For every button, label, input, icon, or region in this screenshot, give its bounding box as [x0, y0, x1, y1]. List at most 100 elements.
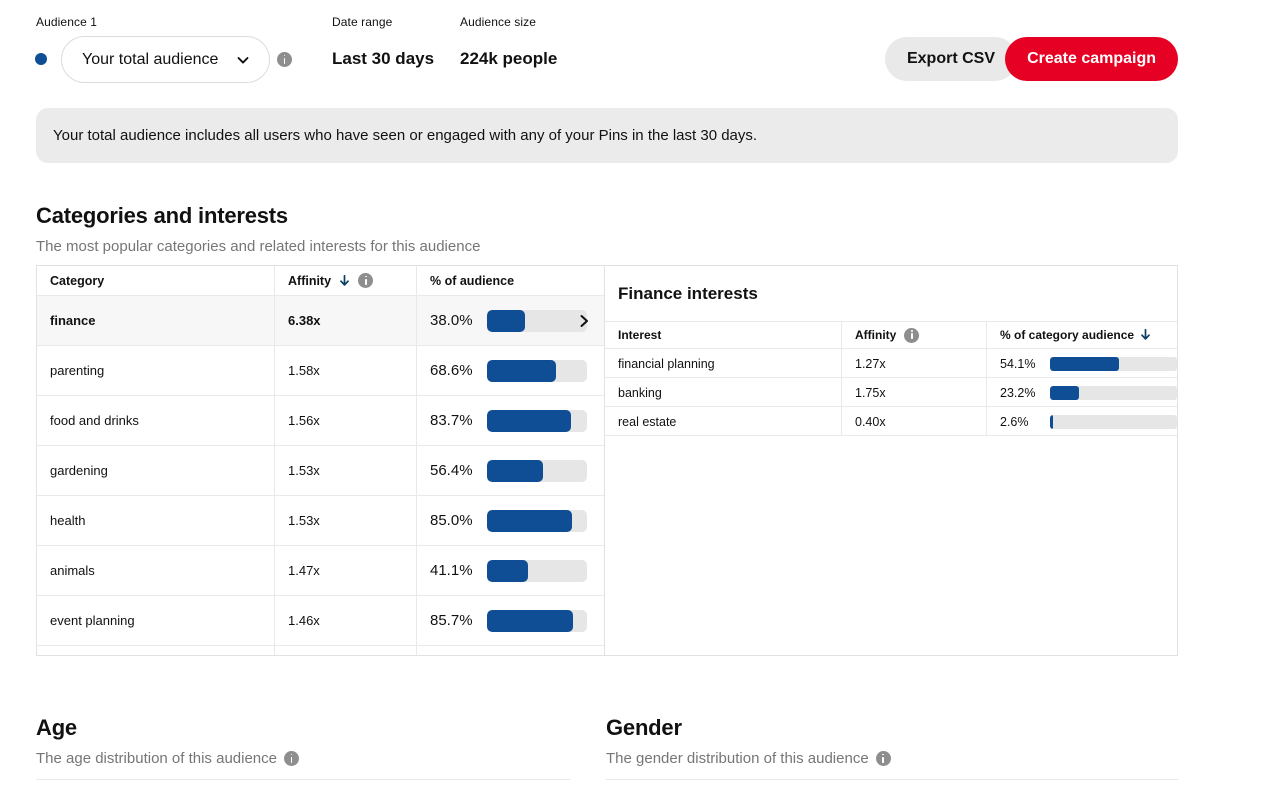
categories-table-header: Category Affinity % of audience: [37, 266, 604, 296]
category-percent-value: 85.0%: [430, 512, 473, 529]
category-percent-cell: 68.6%: [417, 346, 604, 395]
percent-bar-track: [487, 459, 587, 482]
percent-bar-track: [487, 409, 587, 432]
info-banner-text: Your total audience includes all users w…: [53, 127, 758, 144]
category-affinity-cell: 6.38x: [275, 296, 417, 345]
chevron-right-icon[interactable]: [578, 314, 590, 328]
audience-label: Audience 1: [36, 15, 98, 29]
interest-affinity-cell: 0.40x: [842, 407, 987, 436]
interest-affinity-cell: 1.75x: [842, 378, 987, 407]
column-header-interest[interactable]: Interest: [605, 321, 842, 349]
percent-bar-track: [1050, 356, 1177, 371]
table-row[interactable]: financial planning 1.27x 54.1%: [605, 349, 1177, 378]
top-control-bar: Audience 1 Your total audience Date rang…: [0, 0, 1280, 100]
category-percent-cell: 83.7%: [417, 396, 604, 445]
percent-bar-track: [487, 559, 587, 582]
interest-name-cell: banking: [605, 378, 842, 407]
audience-insights-page: Audience 1 Your total audience Date rang…: [0, 0, 1280, 800]
interest-percent-cell: 54.1%: [987, 349, 1177, 378]
category-percent-value: 56.4%: [430, 462, 473, 479]
column-header-finance-affinity[interactable]: Affinity: [842, 321, 987, 349]
table-row[interactable]: parenting 1.58x 68.6%: [37, 346, 604, 396]
column-header-category[interactable]: Category: [37, 266, 275, 296]
gender-section-title: Gender: [606, 715, 682, 740]
percent-bar-fill: [1050, 356, 1119, 371]
table-row[interactable]: banking 1.75x 23.2%: [605, 378, 1177, 407]
category-percent-value: 83.7%: [430, 412, 473, 429]
category-percent-value: 41.1%: [430, 562, 473, 579]
table-row[interactable]: [37, 646, 604, 655]
sort-descending-arrow-icon: [340, 274, 349, 286]
category-name-cell: event planning: [37, 596, 275, 645]
interest-percent-cell: 2.6%: [987, 407, 1177, 436]
category-percent-cell: 41.1%: [417, 546, 604, 595]
age-section-title: Age: [36, 715, 77, 740]
column-header-percent-category-label: % of category audience: [1000, 328, 1135, 342]
column-header-affinity-label: Affinity: [288, 273, 332, 288]
column-header-affinity[interactable]: Affinity: [275, 266, 417, 296]
audience-size-value: 224k people: [460, 49, 558, 68]
percent-bar-fill: [487, 459, 544, 482]
categories-section-subtitle: The most popular categories and related …: [36, 238, 480, 255]
percent-bar-fill: [1050, 414, 1054, 429]
interest-percent-value: 54.1%: [1000, 356, 1036, 371]
age-info-icon[interactable]: [284, 751, 299, 766]
table-row[interactable]: real estate 0.40x 2.6%: [605, 407, 1177, 436]
interest-name-cell: real estate: [605, 407, 842, 436]
category-percent-value: 68.6%: [430, 362, 473, 379]
percent-bar-track: [1050, 385, 1177, 400]
category-percent-value: 85.7%: [430, 612, 473, 629]
table-row[interactable]: food and drinks 1.56x 83.7%: [37, 396, 604, 446]
category-name-cell: finance: [37, 296, 275, 345]
category-percent-cell: 85.0%: [417, 496, 604, 545]
table-row[interactable]: finance 6.38x 38.0%: [37, 296, 604, 346]
gender-divider: [606, 779, 1178, 780]
audience-select[interactable]: Your total audience: [61, 36, 270, 83]
gender-section-subtitle: The gender distribution of this audience: [606, 750, 891, 767]
date-range-label: Date range: [332, 15, 393, 29]
interest-percent-value: 2.6%: [1000, 414, 1029, 429]
finance-interests-panel: Finance interests Interest Affinity % of…: [605, 266, 1177, 655]
table-row[interactable]: animals 1.47x 41.1%: [37, 546, 604, 596]
finance-table-header: Interest Affinity % of category audience: [605, 321, 1177, 349]
audience-color-dot: [35, 53, 47, 65]
gender-info-icon[interactable]: [875, 751, 891, 766]
percent-bar-fill: [1050, 385, 1080, 400]
affinity-info-icon[interactable]: [358, 273, 374, 288]
finance-interests-title: Finance interests: [618, 284, 758, 303]
category-affinity-cell: 1.58x: [275, 346, 417, 395]
column-header-percent-of-category-audience[interactable]: % of category audience: [987, 321, 1177, 349]
age-divider: [36, 779, 570, 780]
table-row[interactable]: event planning 1.46x 85.7%: [37, 596, 604, 646]
categories-subtitle-text: The most popular categories and related …: [36, 238, 481, 255]
audience-size-label: Audience size: [460, 15, 537, 29]
category-affinity-cell: [275, 646, 417, 655]
category-name-cell: health: [37, 496, 275, 545]
category-affinity-cell: 1.46x: [275, 596, 417, 645]
category-affinity-cell: 1.47x: [275, 546, 417, 595]
percent-bar-track: [1050, 414, 1177, 429]
create-campaign-button[interactable]: Create campaign: [1005, 37, 1178, 81]
category-percent-cell: [417, 646, 604, 655]
category-name-cell: [37, 646, 275, 655]
column-header-percent-of-audience[interactable]: % of audience: [417, 266, 604, 296]
audience-info-icon[interactable]: [277, 52, 292, 67]
audience-select-value: Your total audience: [82, 50, 219, 68]
categories-section-title: Categories and interests: [36, 203, 288, 228]
finance-row-list: financial planning 1.27x 54.1% banking 1.75x…: [605, 349, 1177, 436]
age-section-subtitle: The age distribution of this audience: [36, 750, 299, 767]
categories-row-list: finance 6.38x 38.0% parenting 1.58x 68.6% food…: [37, 296, 604, 655]
export-csv-button[interactable]: Export CSV: [884, 37, 1017, 81]
column-header-finance-affinity-label: Affinity: [855, 328, 897, 342]
percent-bar-fill: [487, 409, 571, 432]
percent-bar-fill: [487, 359, 556, 382]
table-row[interactable]: health 1.53x 85.0%: [37, 496, 604, 546]
finance-affinity-info-icon[interactable]: [904, 327, 920, 343]
percent-bar-fill: [487, 509, 572, 532]
category-name-cell: parenting: [37, 346, 275, 395]
table-row[interactable]: gardening 1.53x 56.4%: [37, 446, 604, 496]
date-range-value: Last 30 days: [332, 49, 435, 68]
interest-percent-value: 23.2%: [1000, 385, 1036, 400]
chevron-down-icon: [237, 56, 249, 64]
interest-percent-cell: 23.2%: [987, 378, 1177, 407]
